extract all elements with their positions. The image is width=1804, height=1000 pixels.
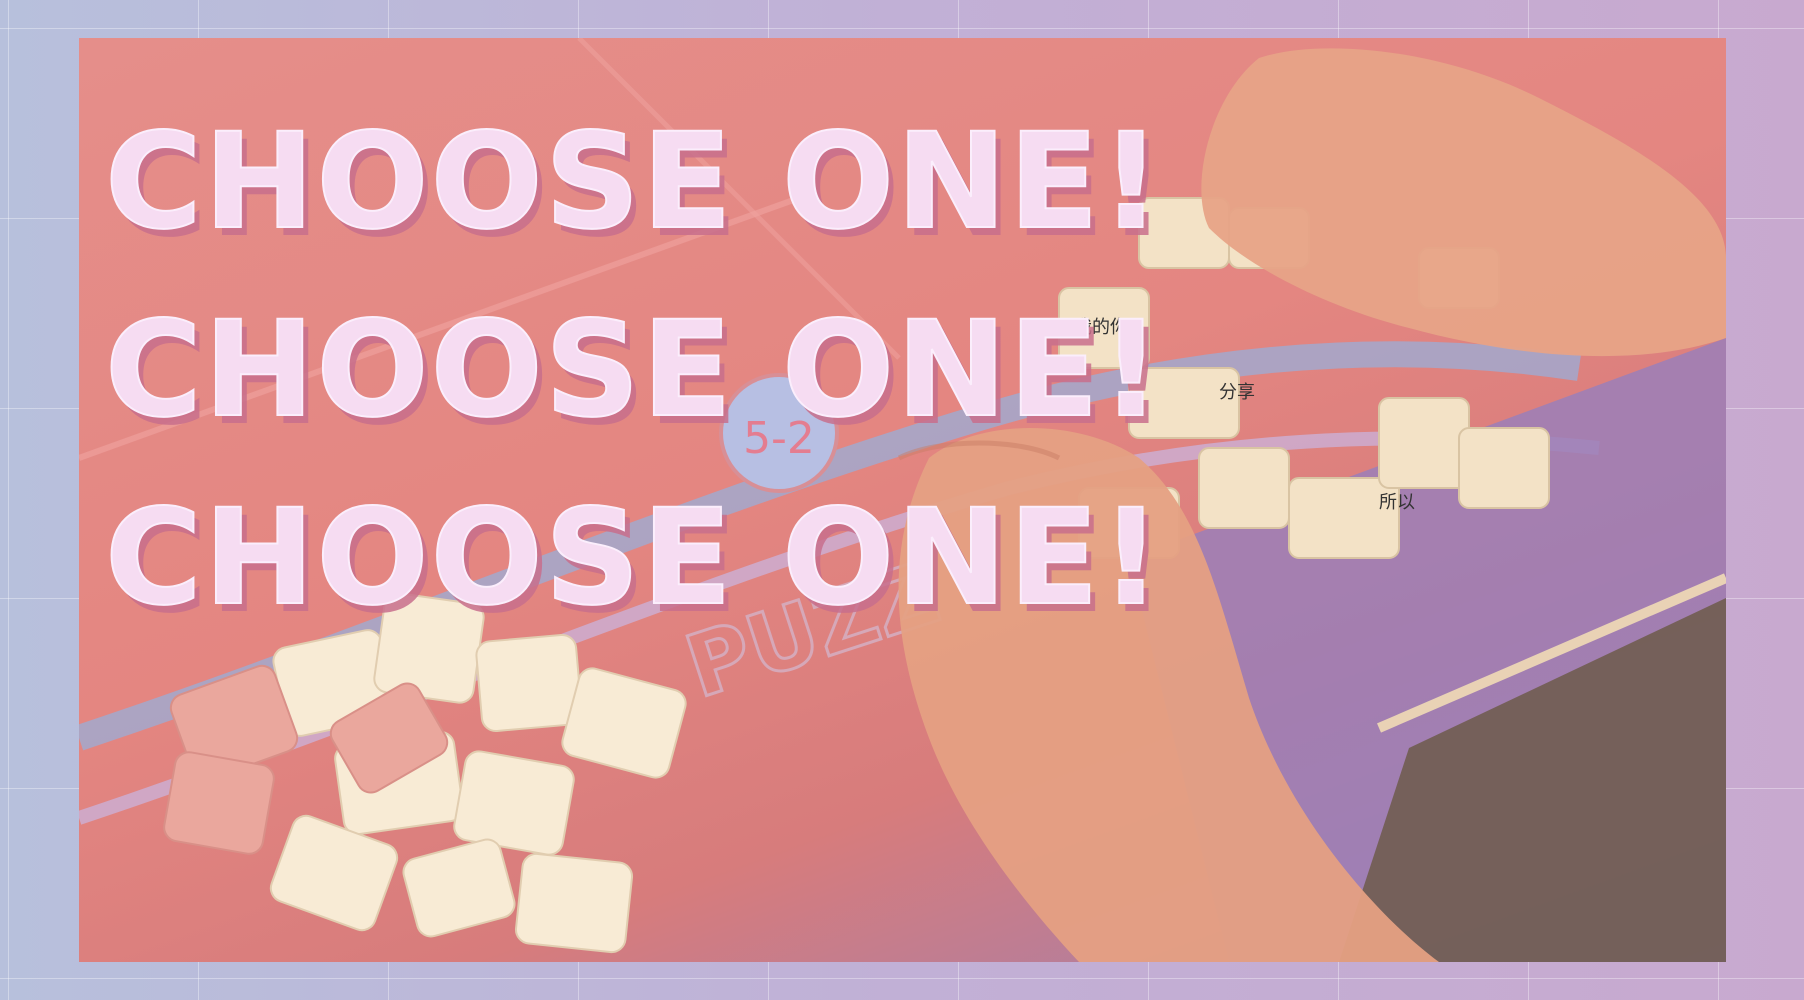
headline-line: CHOOSE ONE!: [104, 104, 1164, 260]
headline-line: CHOOSE ONE!: [104, 292, 1164, 448]
svg-text:分享: 分享: [1219, 382, 1255, 403]
headline-line: CHOOSE ONE!: [104, 480, 1164, 636]
svg-text:所以: 所以: [1379, 492, 1415, 513]
headline-overlay: CHOOSE ONE! CHOOSE ONE! CHOOSE ONE!: [104, 88, 1164, 652]
right-hand: [1201, 48, 1726, 357]
